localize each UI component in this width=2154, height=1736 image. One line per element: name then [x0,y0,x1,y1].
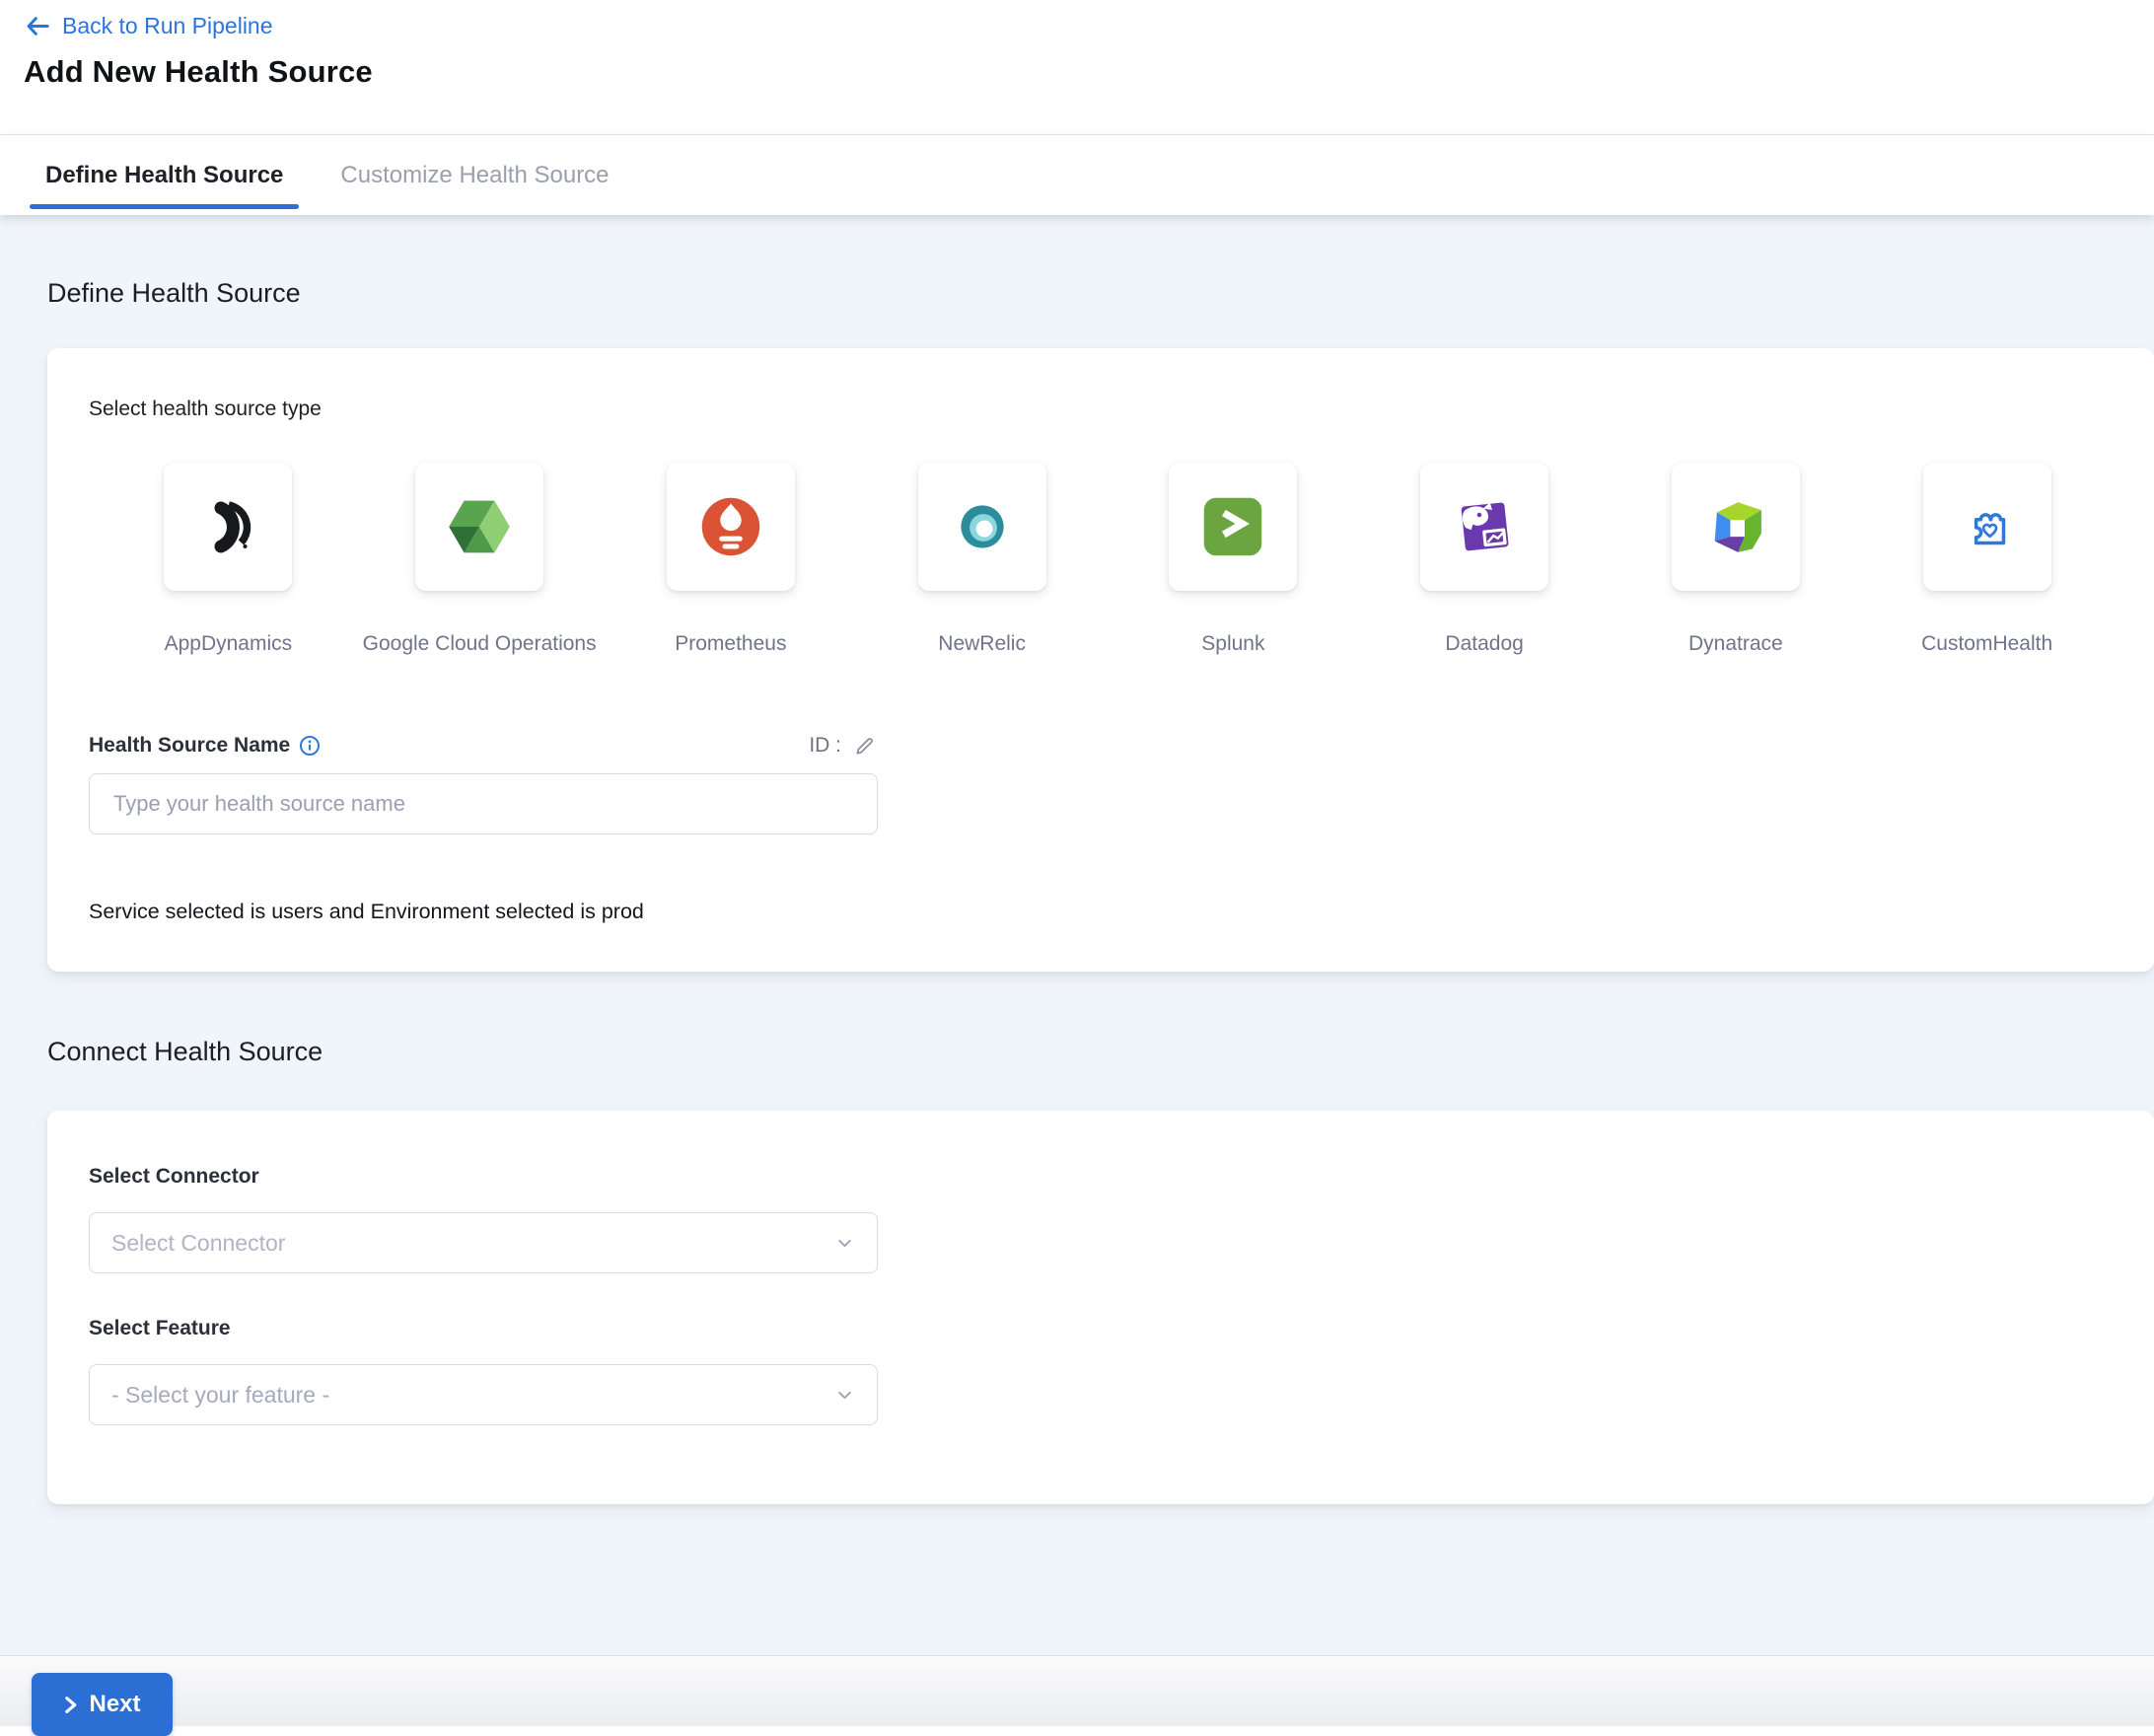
tab-define-health-source[interactable]: Define Health Source [45,135,283,215]
health-source-tile-splunk[interactable] [1169,463,1297,591]
health-source-tile-google-cloud-operations[interactable] [415,463,543,591]
tab-bar: Define Health Source Customize Health So… [0,135,2154,215]
info-icon[interactable] [299,735,321,757]
health-source-type-label-splunk: Splunk [1201,632,1264,656]
page-header: Back to Run Pipeline Add New Health Sour… [0,0,2154,135]
datadog-logo [1447,489,1522,564]
health-source-name-input[interactable] [89,773,878,834]
health-source-type-item-prometheus: Prometheus [606,463,857,656]
health-source-type-label-dynatrace: Dynatrace [1688,632,1783,656]
pencil-icon[interactable] [853,733,878,758]
tab-customize-health-source[interactable]: Customize Health Source [340,135,609,215]
chevron-down-icon [834,1385,855,1406]
tab-customize-label: Customize Health Source [340,162,609,189]
splunk-logo [1194,488,1271,565]
id-label-group: ID : [809,733,878,758]
main-content: Define Health Source Select health sourc… [0,215,2154,1655]
back-link-label[interactable]: Back to Run Pipeline [62,13,273,39]
chevron-right-icon [63,1696,78,1714]
google-cloud-operations-logo [444,494,515,559]
dynatrace-logo [1700,491,1771,562]
connector-select[interactable]: Select Connector [89,1212,878,1273]
health-source-type-label-prometheus: Prometheus [675,632,786,656]
service-environment-context-text: Service selected is users and Environmen… [89,900,2113,972]
page-title: Add New Health Source [24,54,2154,90]
health-source-name-label: Health Source Name [89,734,290,758]
select-feature-label: Select Feature [89,1317,2113,1340]
active-tab-underline [30,204,299,209]
health-source-tile-dynatrace[interactable] [1672,463,1800,591]
health-source-type-grid: AppDynamics Google Cloud Operations Promet… [103,463,2113,656]
define-health-source-heading: Define Health Source [47,215,2107,309]
connect-health-source-heading: Connect Health Source [47,972,2107,1067]
customhealth-logo [1955,494,2020,559]
health-source-type-label-datadog: Datadog [1445,632,1523,656]
appdynamics-logo [196,495,259,558]
health-source-name-label-group: Health Source Name [89,734,321,758]
footer-bar: Next [0,1655,2154,1726]
name-field-row: Health Source Name ID : [89,733,878,758]
health-source-tile-newrelic[interactable] [918,463,1046,591]
next-button-label: Next [89,1691,140,1718]
connect-health-source-card: Select Connector Select Connector Select… [47,1111,2154,1504]
next-button[interactable]: Next [32,1673,173,1736]
health-source-type-item-splunk: Splunk [1108,463,1359,656]
health-source-type-item-google-cloud-operations: Google Cloud Operations [354,463,606,656]
prometheus-logo [695,491,766,562]
id-label: ID : [809,734,841,758]
select-connector-label: Select Connector [89,1111,2113,1189]
health-source-type-label-customhealth: CustomHealth [1921,632,2052,656]
health-source-type-label-newrelic: NewRelic [938,632,1026,656]
health-source-type-item-dynatrace: Dynatrace [1611,463,1862,656]
select-source-type-label: Select health source type [89,348,2113,421]
health-source-type-item-appdynamics: AppDynamics [103,463,354,656]
back-arrow-icon [24,13,50,39]
health-source-tile-customhealth[interactable] [1923,463,2051,591]
health-source-type-label-appdynamics: AppDynamics [165,632,293,656]
back-link[interactable]: Back to Run Pipeline [24,0,273,39]
feature-select-placeholder: - Select your feature - [111,1382,329,1409]
health-source-tile-prometheus[interactable] [667,463,795,591]
health-source-type-item-customhealth: CustomHealth [1861,463,2113,656]
health-source-type-label-google-cloud-operations: Google Cloud Operations [363,632,597,656]
newrelic-logo [950,494,1015,559]
health-source-type-item-newrelic: NewRelic [856,463,1108,656]
chevron-down-icon [834,1233,855,1254]
health-source-tile-datadog[interactable] [1420,463,1548,591]
health-source-type-item-datadog: Datadog [1359,463,1611,656]
connector-select-placeholder: Select Connector [111,1230,285,1257]
tab-define-label: Define Health Source [45,162,283,189]
define-health-source-card: Select health source type AppDynamics Goo… [47,348,2154,972]
feature-select[interactable]: - Select your feature - [89,1364,878,1425]
health-source-tile-appdynamics[interactable] [164,463,292,591]
